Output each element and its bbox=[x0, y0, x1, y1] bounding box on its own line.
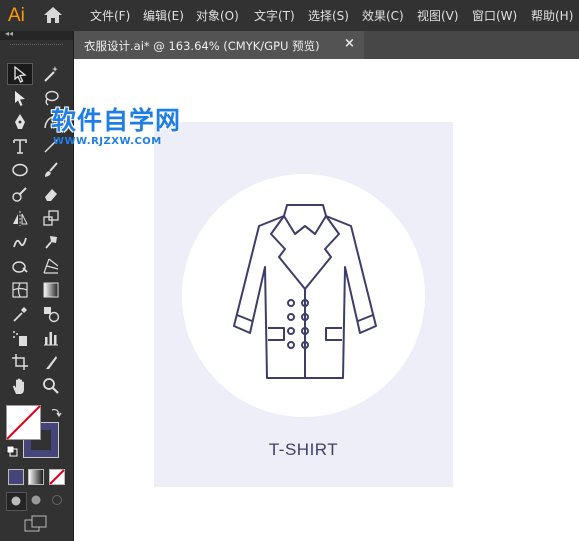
gradient-tool[interactable] bbox=[38, 279, 64, 301]
menu-view[interactable]: 视图(V) bbox=[417, 7, 459, 24]
artboard[interactable]: T-SHIRT bbox=[154, 122, 453, 487]
type-tool[interactable] bbox=[7, 135, 33, 157]
shape-builder-tool[interactable] bbox=[7, 255, 33, 277]
watermark-url: WWW.RJZXW.COM bbox=[53, 136, 162, 147]
free-transform-tool[interactable] bbox=[38, 231, 64, 253]
symbol-sprayer-tool[interactable] bbox=[7, 327, 33, 349]
watermark: 软件自学网 WWW.RJZXW.COM bbox=[51, 106, 181, 148]
menu-effect[interactable]: 效果(C) bbox=[362, 7, 404, 24]
warp-tool[interactable] bbox=[7, 231, 33, 253]
document-tab-bar: 衣服设计.ai* @ 163.64% (CMYK/GPU 预览) × bbox=[74, 31, 579, 59]
eyedropper-tool[interactable] bbox=[7, 303, 33, 325]
slice-tool[interactable] bbox=[38, 351, 64, 373]
document-tab[interactable]: 衣服设计.ai* @ 163.64% (CMYK/GPU 预览) × bbox=[74, 31, 364, 59]
color-mode-button[interactable] bbox=[8, 469, 24, 485]
default-colors-icon[interactable] bbox=[6, 445, 18, 457]
gradient-mode-button[interactable] bbox=[28, 469, 44, 485]
menu-help[interactable]: 帮助(H) bbox=[531, 7, 573, 24]
screen-mode-icon[interactable] bbox=[24, 515, 48, 533]
fill-color-swatch[interactable] bbox=[6, 405, 41, 440]
menu-edit[interactable]: 编辑(E) bbox=[143, 7, 184, 24]
draw-normal-button[interactable] bbox=[6, 492, 27, 511]
paintbrush-tool[interactable] bbox=[38, 159, 64, 181]
menu-select[interactable]: 选择(S) bbox=[308, 7, 349, 24]
eraser-tool[interactable] bbox=[38, 183, 64, 205]
menu-type[interactable]: 文字(T) bbox=[254, 7, 295, 24]
zoom-tool[interactable] bbox=[38, 375, 64, 397]
selection-tool[interactable] bbox=[7, 63, 33, 85]
document-tab-title: 衣服设计.ai* @ 163.64% (CMYK/GPU 预览) bbox=[84, 39, 320, 53]
ellipse-tool[interactable] bbox=[7, 159, 33, 181]
shaper-tool[interactable] bbox=[7, 183, 33, 205]
column-graph-tool[interactable] bbox=[38, 327, 64, 349]
artwork-label: T-SHIRT bbox=[268, 440, 339, 459]
toolbar-grip[interactable] bbox=[10, 44, 63, 47]
perspective-grid-tool[interactable] bbox=[38, 255, 64, 277]
pen-tool[interactable] bbox=[7, 111, 33, 133]
hand-tool[interactable] bbox=[7, 375, 33, 397]
direct-selection-tool[interactable] bbox=[7, 87, 33, 109]
blend-tool[interactable] bbox=[38, 303, 64, 325]
magic-wand-tool[interactable] bbox=[38, 63, 64, 85]
menu-object[interactable]: 对象(O) bbox=[196, 7, 239, 24]
draw-inside-button[interactable] bbox=[48, 492, 67, 509]
collapse-icon[interactable]: ◂◂ bbox=[5, 29, 13, 38]
none-mode-button[interactable] bbox=[49, 469, 65, 485]
scale-tool[interactable] bbox=[38, 207, 64, 229]
coat-icon bbox=[233, 204, 377, 379]
close-tab-icon[interactable]: × bbox=[344, 36, 355, 51]
artboard-tool[interactable] bbox=[7, 351, 33, 373]
mesh-tool[interactable] bbox=[7, 279, 33, 301]
watermark-title: 软件自学网 bbox=[51, 106, 182, 135]
menu-bar: Ai 文件(F) 编辑(E) 对象(O) 文字(T) 选择(S) 效果(C) 视… bbox=[0, 0, 579, 31]
menu-file[interactable]: 文件(F) bbox=[90, 7, 130, 24]
app-logo: Ai bbox=[8, 5, 25, 26]
toolbar-header[interactable]: ◂◂ bbox=[0, 29, 73, 40]
draw-behind-button[interactable] bbox=[27, 492, 46, 509]
menu-window[interactable]: 窗口(W) bbox=[472, 7, 517, 24]
swap-arrow-icon[interactable] bbox=[50, 406, 62, 418]
reflect-tool[interactable] bbox=[7, 207, 33, 229]
home-icon[interactable] bbox=[43, 6, 63, 24]
